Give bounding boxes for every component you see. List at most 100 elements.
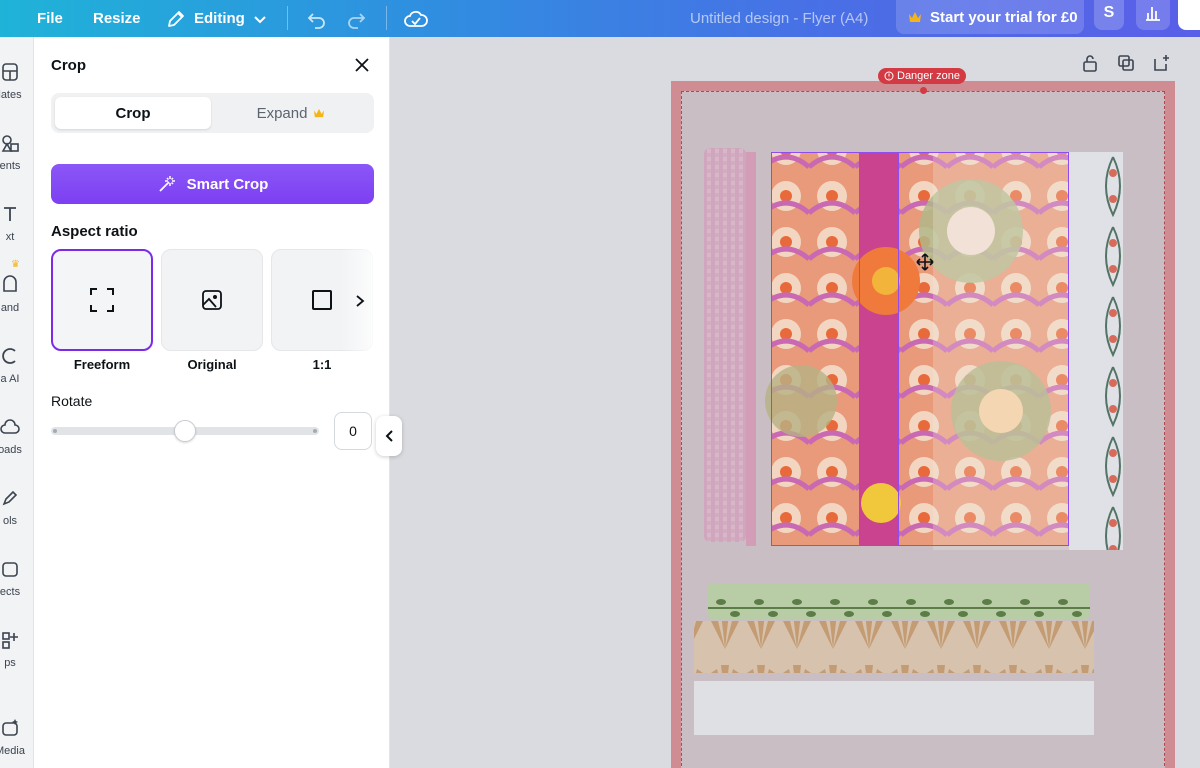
lock-icon[interactable] bbox=[1080, 53, 1100, 73]
tab-crop-label: Crop bbox=[115, 104, 151, 122]
toolbar-divider bbox=[386, 6, 387, 30]
design-title[interactable]: Untitled design - Flyer (A4) bbox=[690, 0, 868, 37]
left-nav-rail: lates ents xt ♛ and a AI oads ols ects p… bbox=[0, 37, 34, 768]
tab-expand[interactable]: Expand bbox=[213, 97, 369, 129]
ai-icon bbox=[2, 348, 16, 364]
smart-crop-label: Smart Crop bbox=[186, 175, 269, 193]
tab-expand-label: Expand bbox=[256, 104, 308, 122]
rail-item-label: and bbox=[0, 302, 20, 314]
pencil-icon bbox=[168, 10, 184, 27]
design-canvas: Danger zone bbox=[390, 37, 1200, 768]
editing-mode-dropdown[interactable]: Editing bbox=[166, 0, 267, 37]
tab-crop[interactable]: Crop bbox=[55, 97, 211, 129]
apps-icon bbox=[2, 632, 18, 649]
elements-icon bbox=[1, 135, 19, 152]
ratio-original-label: Original bbox=[187, 357, 237, 372]
rotate-heading: Rotate bbox=[51, 393, 93, 409]
rotate-slider[interactable] bbox=[51, 420, 319, 442]
undo-button[interactable] bbox=[305, 0, 327, 37]
magic-wand-icon bbox=[159, 176, 175, 192]
redo-button[interactable] bbox=[346, 0, 368, 37]
start-trial-label: Start your trial for £0 bbox=[930, 8, 1078, 26]
freeform-icon bbox=[90, 288, 114, 312]
rail-item-label: oads bbox=[0, 444, 22, 456]
warning-circle-icon bbox=[884, 71, 894, 81]
chevron-left-icon bbox=[385, 430, 393, 442]
avatar[interactable]: S bbox=[1094, 0, 1124, 30]
smart-crop-button[interactable]: Smart Crop bbox=[51, 164, 374, 204]
rotate-value-input[interactable]: 0 bbox=[334, 412, 372, 450]
aspect-ratio-list: Freeform Original 1:1 bbox=[51, 249, 374, 379]
rail-item-apps[interactable]: ps bbox=[0, 629, 33, 669]
close-icon bbox=[355, 58, 369, 72]
folder-icon bbox=[2, 562, 18, 577]
rail-item-ai-media[interactable]: Media bbox=[0, 717, 33, 757]
collapse-panel-button[interactable] bbox=[376, 416, 402, 456]
templates-icon bbox=[2, 63, 18, 81]
rail-item-label: a AI bbox=[0, 373, 20, 385]
editing-mode-label: Editing bbox=[194, 10, 245, 27]
draw-icon bbox=[2, 490, 18, 506]
file-menu[interactable]: File bbox=[37, 0, 63, 37]
ratio-freeform-button[interactable] bbox=[51, 249, 153, 351]
slider-min-dot bbox=[53, 429, 57, 433]
add-page-icon[interactable] bbox=[1151, 53, 1171, 73]
rotate-slider-handle[interactable] bbox=[174, 420, 196, 442]
start-trial-button[interactable]: Start your trial for £0 bbox=[896, 0, 1084, 34]
undo-icon bbox=[307, 12, 325, 29]
rail-item-text[interactable]: xt bbox=[0, 203, 33, 243]
chevron-right-icon bbox=[356, 295, 365, 307]
rail-item-label: Media bbox=[0, 745, 25, 757]
rail-item-label: ols bbox=[2, 515, 18, 527]
panel-title: Crop bbox=[51, 57, 86, 74]
cloud-check-icon bbox=[404, 10, 428, 27]
share-button[interactable] bbox=[1178, 0, 1200, 30]
rail-item-label: ects bbox=[0, 586, 21, 598]
crop-selection-frame[interactable] bbox=[771, 152, 1069, 546]
file-menu-label: File bbox=[37, 10, 63, 27]
redo-icon bbox=[348, 12, 366, 29]
rail-item-label: ps bbox=[4, 657, 16, 669]
danger-zone-marker bbox=[920, 87, 927, 94]
danger-zone-badge: Danger zone bbox=[878, 68, 966, 84]
ratio-square-label: 1:1 bbox=[312, 357, 332, 372]
insights-button[interactable] bbox=[1136, 0, 1170, 30]
cloud-save-button[interactable] bbox=[404, 0, 428, 37]
bar-chart-icon bbox=[1146, 7, 1160, 21]
rail-item-brand[interactable]: and bbox=[0, 274, 33, 314]
top-bar: File Resize Editing Untitled design - Fl… bbox=[0, 0, 1200, 37]
flyer-page[interactable] bbox=[671, 81, 1175, 768]
close-panel-button[interactable] bbox=[350, 53, 374, 77]
crown-icon: ♛ bbox=[11, 259, 20, 270]
rail-item-canva-ai[interactable]: a AI bbox=[0, 345, 33, 385]
move-icon[interactable] bbox=[916, 253, 934, 271]
resize-menu[interactable]: Resize bbox=[93, 0, 141, 37]
rail-item-label: xt bbox=[5, 231, 15, 243]
crop-expand-toggle: Crop Expand bbox=[51, 93, 374, 133]
ratio-freeform-label: Freeform bbox=[73, 357, 131, 372]
brand-icon bbox=[3, 275, 17, 292]
upload-cloud-icon bbox=[0, 419, 20, 434]
rail-item-templates[interactable]: lates bbox=[0, 61, 33, 101]
rail-item-label: lates bbox=[0, 89, 22, 101]
chevron-down-icon bbox=[254, 15, 266, 23]
rail-item-uploads[interactable]: oads bbox=[0, 416, 33, 456]
rail-item-label: ents bbox=[0, 160, 21, 172]
rail-item-tools[interactable]: ols bbox=[0, 487, 33, 527]
square-icon bbox=[312, 290, 332, 310]
crown-icon bbox=[909, 12, 921, 22]
ratio-original-button[interactable] bbox=[161, 249, 263, 351]
crown-icon bbox=[314, 108, 325, 118]
crop-selected-column[interactable] bbox=[859, 152, 899, 546]
resize-menu-label: Resize bbox=[93, 10, 141, 27]
toolbar-divider bbox=[287, 6, 288, 30]
rail-item-elements[interactable]: ents bbox=[0, 132, 33, 172]
crop-panel: Crop Crop Expand Smart Crop Aspect ratio… bbox=[34, 37, 390, 768]
avatar-initial: S bbox=[1103, 4, 1115, 21]
duplicate-page-icon[interactable] bbox=[1116, 53, 1136, 73]
sparkle-media-icon bbox=[2, 719, 18, 736]
slider-max-dot bbox=[313, 429, 317, 433]
danger-zone-label: Danger zone bbox=[897, 70, 960, 82]
ratio-scroll-next-button[interactable] bbox=[350, 291, 370, 311]
rail-item-projects[interactable]: ects bbox=[0, 558, 33, 598]
